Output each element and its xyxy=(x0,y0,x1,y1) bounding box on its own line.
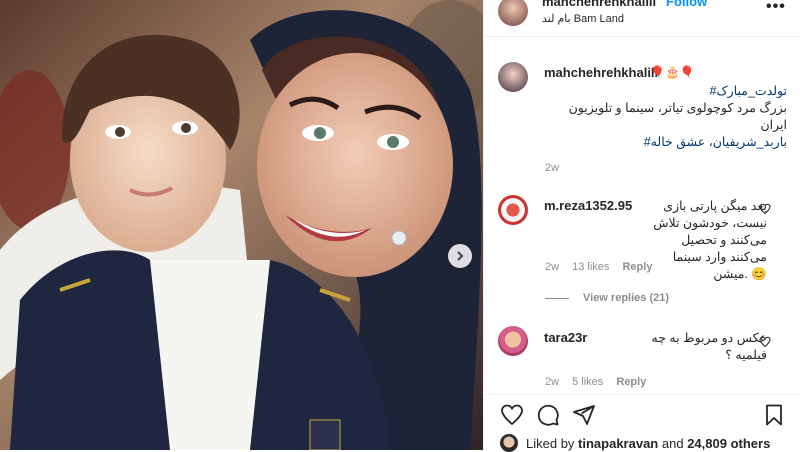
likes-summary: Liked by tinapakravan and 24,809 others xyxy=(484,432,800,452)
like-heart-icon[interactable] xyxy=(500,403,524,427)
liked-by-user[interactable]: tinapakravan xyxy=(578,436,658,451)
caption-hashtag-name[interactable]: #باربد_شریفیان، عشق خاله xyxy=(537,134,787,151)
post-side-panel: mahchehrehkhalili Follow بام لند Bam Lan… xyxy=(483,0,800,452)
comment-username[interactable]: tara23r xyxy=(544,330,587,345)
comment-text: عکس دو مربوط به چه فیلمیه ؟ xyxy=(651,331,768,362)
comment-avatar[interactable] xyxy=(498,326,528,356)
header-username[interactable]: mahchehrehkhalili xyxy=(542,0,656,9)
heart-outline-icon[interactable] xyxy=(759,203,771,215)
liked-by-prefix: Liked by xyxy=(526,436,575,451)
follow-button[interactable]: Follow xyxy=(666,0,707,9)
post-photo[interactable] xyxy=(0,0,483,450)
caption-timestamp[interactable]: 2w xyxy=(545,162,559,174)
comment-meta: 2w 5 likes Reply xyxy=(545,376,656,388)
view-replies-button[interactable]: View replies (21) xyxy=(545,292,669,304)
header-avatar[interactable] xyxy=(498,0,528,26)
post-actions-bar xyxy=(484,394,800,435)
comment-timestamp[interactable]: 2w xyxy=(545,376,559,388)
heart-outline-icon[interactable] xyxy=(759,336,771,348)
liked-others-count[interactable]: 24,809 others xyxy=(687,436,770,451)
comment-bubble-icon[interactable] xyxy=(536,403,560,427)
comment-username[interactable]: m.reza1352.95 xyxy=(544,198,632,213)
likes-text: Liked by tinapakravan and 24,809 others xyxy=(526,436,770,451)
share-send-icon[interactable] xyxy=(572,403,596,427)
comment-text: بعد میگن پارتی بازی نیست، خودشون تلاش می… xyxy=(653,199,767,281)
caption-hashtag-birthday[interactable]: #تولدت_مبارک xyxy=(537,83,787,100)
caption-emoji: 🎈🎂🎈 xyxy=(650,65,695,79)
bookmark-icon[interactable] xyxy=(762,403,786,427)
caption-username[interactable]: mahchehrehkhalili xyxy=(544,65,658,80)
instagram-post-view: mahchehrehkhalili Follow بام لند Bam Lan… xyxy=(0,0,800,452)
comment-avatar[interactable] xyxy=(498,195,528,225)
post-header: mahchehrehkhalili Follow بام لند Bam Lan… xyxy=(484,0,800,37)
caption-avatar[interactable] xyxy=(498,62,528,92)
comment-likes[interactable]: 13 likes xyxy=(572,261,609,273)
post-location[interactable]: بام لند Bam Land xyxy=(542,12,624,25)
caption-line: ایران xyxy=(760,118,787,132)
divider-line xyxy=(545,297,569,299)
next-photo-button[interactable] xyxy=(448,244,472,268)
chevron-right-icon xyxy=(457,251,464,261)
comment-meta: 2w 13 likes Reply xyxy=(545,261,662,273)
caption-line: بزرگ مرد کوچولوی تیاتر، سینما و تلویزیون xyxy=(568,101,787,115)
liker-avatar[interactable] xyxy=(500,434,518,452)
more-horizontal-icon[interactable]: ••• xyxy=(766,0,786,16)
comment-reply-button[interactable]: Reply xyxy=(622,261,652,273)
comment-likes[interactable]: 5 likes xyxy=(572,376,603,388)
photo-illustration xyxy=(0,0,483,450)
comment-reply-button[interactable]: Reply xyxy=(616,376,646,388)
liked-and: and xyxy=(661,436,684,451)
view-replies-label: View replies (21) xyxy=(583,292,670,304)
comment-timestamp[interactable]: 2w xyxy=(545,261,559,273)
